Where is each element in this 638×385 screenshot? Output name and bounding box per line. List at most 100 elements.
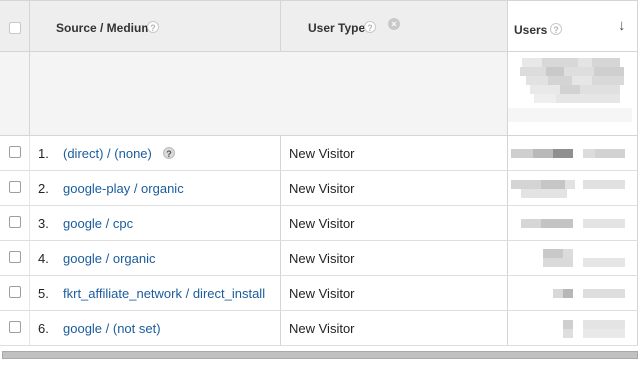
row-checkbox[interactable] bbox=[9, 146, 21, 158]
row-checkbox[interactable] bbox=[9, 286, 21, 298]
row-checkbox-cell bbox=[0, 276, 30, 310]
user-type-value: New Visitor bbox=[289, 321, 355, 336]
table-row: 1. (direct) / (none) ? New Visitor bbox=[0, 136, 638, 171]
table-header: Source / Medium ? User Type ? × Users ? … bbox=[0, 0, 638, 52]
redacted-block bbox=[563, 289, 573, 298]
help-icon[interactable]: ? bbox=[550, 23, 562, 35]
redacted-block bbox=[563, 329, 573, 338]
redacted-block bbox=[572, 76, 592, 85]
redacted-block bbox=[580, 85, 620, 94]
redacted-block bbox=[534, 94, 556, 103]
summary-label-cell bbox=[30, 52, 508, 135]
table-row: 4. google / organic New Visitor bbox=[0, 241, 638, 276]
summary-left-cell bbox=[0, 52, 30, 135]
redacted-block bbox=[526, 76, 548, 85]
redacted-block bbox=[592, 58, 620, 67]
column-header-source-medium[interactable]: Source / Medium ? bbox=[30, 1, 281, 51]
source-medium-link[interactable]: (direct) / (none) bbox=[63, 146, 152, 161]
remove-dimension-icon[interactable]: × bbox=[388, 18, 400, 30]
row-checkbox[interactable] bbox=[9, 181, 21, 193]
redacted-block bbox=[542, 58, 578, 67]
summary-row bbox=[0, 52, 638, 136]
redacted-block bbox=[583, 219, 625, 228]
source-medium-link[interactable]: fkrt_affiliate_network / direct_install bbox=[63, 286, 265, 301]
row-checkbox[interactable] bbox=[9, 321, 21, 333]
redacted-block bbox=[583, 180, 625, 189]
redacted-block bbox=[521, 219, 541, 228]
horizontal-scrollbar[interactable] bbox=[2, 351, 638, 359]
source-medium-cell: 6. google / (not set) bbox=[30, 311, 281, 345]
user-type-value: New Visitor bbox=[289, 181, 355, 196]
row-checkbox[interactable] bbox=[9, 216, 21, 228]
users-cell bbox=[508, 206, 638, 240]
redacted-block bbox=[521, 189, 567, 198]
source-medium-link[interactable]: google / (not set) bbox=[63, 321, 161, 336]
source-medium-link[interactable]: google-play / organic bbox=[63, 181, 184, 196]
header-checkbox-cell bbox=[0, 1, 30, 51]
row-number: 6. bbox=[38, 321, 49, 336]
row-number: 1. bbox=[38, 146, 49, 161]
table-row: 2. google-play / organic New Visitor bbox=[0, 171, 638, 206]
redacted-block bbox=[543, 249, 563, 258]
table-row: 6. google / (not set) New Visitor bbox=[0, 311, 638, 346]
redacted-block bbox=[543, 258, 573, 267]
redacted-block bbox=[546, 67, 564, 76]
redacted-block bbox=[583, 149, 595, 158]
redacted-block bbox=[541, 219, 573, 228]
redacted-block bbox=[583, 258, 625, 267]
source-medium-cell: 4. google / organic bbox=[30, 241, 281, 275]
table-row: 5. fkrt_affiliate_network / direct_insta… bbox=[0, 276, 638, 311]
user-type-value: New Visitor bbox=[289, 216, 355, 231]
users-cell bbox=[508, 171, 638, 205]
user-type-value: New Visitor bbox=[289, 146, 355, 161]
redacted-block bbox=[583, 289, 625, 298]
users-cell bbox=[508, 136, 638, 170]
redacted-block bbox=[508, 108, 632, 122]
row-checkbox[interactable] bbox=[9, 251, 21, 263]
redacted-block bbox=[563, 249, 573, 258]
users-cell bbox=[508, 311, 638, 345]
row-number: 4. bbox=[38, 251, 49, 266]
select-all-checkbox[interactable] bbox=[9, 22, 21, 34]
redacted-block bbox=[564, 67, 594, 76]
user-type-value: New Visitor bbox=[289, 286, 355, 301]
row-checkbox-cell bbox=[0, 311, 30, 345]
redacted-block bbox=[533, 149, 553, 158]
summary-users-cell bbox=[508, 52, 638, 135]
column-header-users[interactable]: Users ? ↓ bbox=[508, 1, 638, 51]
users-cell bbox=[508, 276, 638, 310]
redacted-block bbox=[556, 94, 620, 103]
redacted-block bbox=[511, 149, 533, 158]
help-icon[interactable]: ? bbox=[147, 21, 159, 33]
redacted-block bbox=[520, 67, 546, 76]
redacted-block bbox=[583, 329, 625, 338]
source-medium-link[interactable]: google / organic bbox=[63, 251, 156, 266]
user-type-cell: New Visitor bbox=[281, 311, 508, 345]
source-medium-cell: 1. (direct) / (none) ? bbox=[30, 136, 281, 170]
row-checkbox-cell bbox=[0, 136, 30, 170]
help-icon[interactable]: ? bbox=[364, 21, 376, 33]
sort-descending-icon[interactable]: ↓ bbox=[618, 17, 626, 34]
redacted-block bbox=[553, 149, 573, 158]
user-type-cell: New Visitor bbox=[281, 206, 508, 240]
user-type-value: New Visitor bbox=[289, 251, 355, 266]
redacted-block bbox=[563, 320, 573, 329]
redacted-block bbox=[565, 180, 575, 189]
table-row: 3. google / cpc New Visitor bbox=[0, 206, 638, 241]
help-icon[interactable]: ? bbox=[163, 147, 175, 159]
source-medium-link[interactable]: google / cpc bbox=[63, 216, 133, 231]
row-checkbox-cell bbox=[0, 171, 30, 205]
row-number: 5. bbox=[38, 286, 49, 301]
redacted-block bbox=[541, 180, 565, 189]
redacted-block bbox=[560, 85, 580, 94]
users-cell bbox=[508, 241, 638, 275]
redacted-block bbox=[594, 67, 624, 76]
source-medium-cell: 3. google / cpc bbox=[30, 206, 281, 240]
redacted-block bbox=[595, 149, 625, 158]
redacted-block bbox=[522, 58, 542, 67]
redacted-block bbox=[548, 76, 572, 85]
user-type-cell: New Visitor bbox=[281, 136, 508, 170]
row-checkbox-cell bbox=[0, 206, 30, 240]
column-header-user-type[interactable]: User Type ? × bbox=[281, 1, 508, 51]
source-medium-label: Source / Medium bbox=[56, 21, 153, 35]
